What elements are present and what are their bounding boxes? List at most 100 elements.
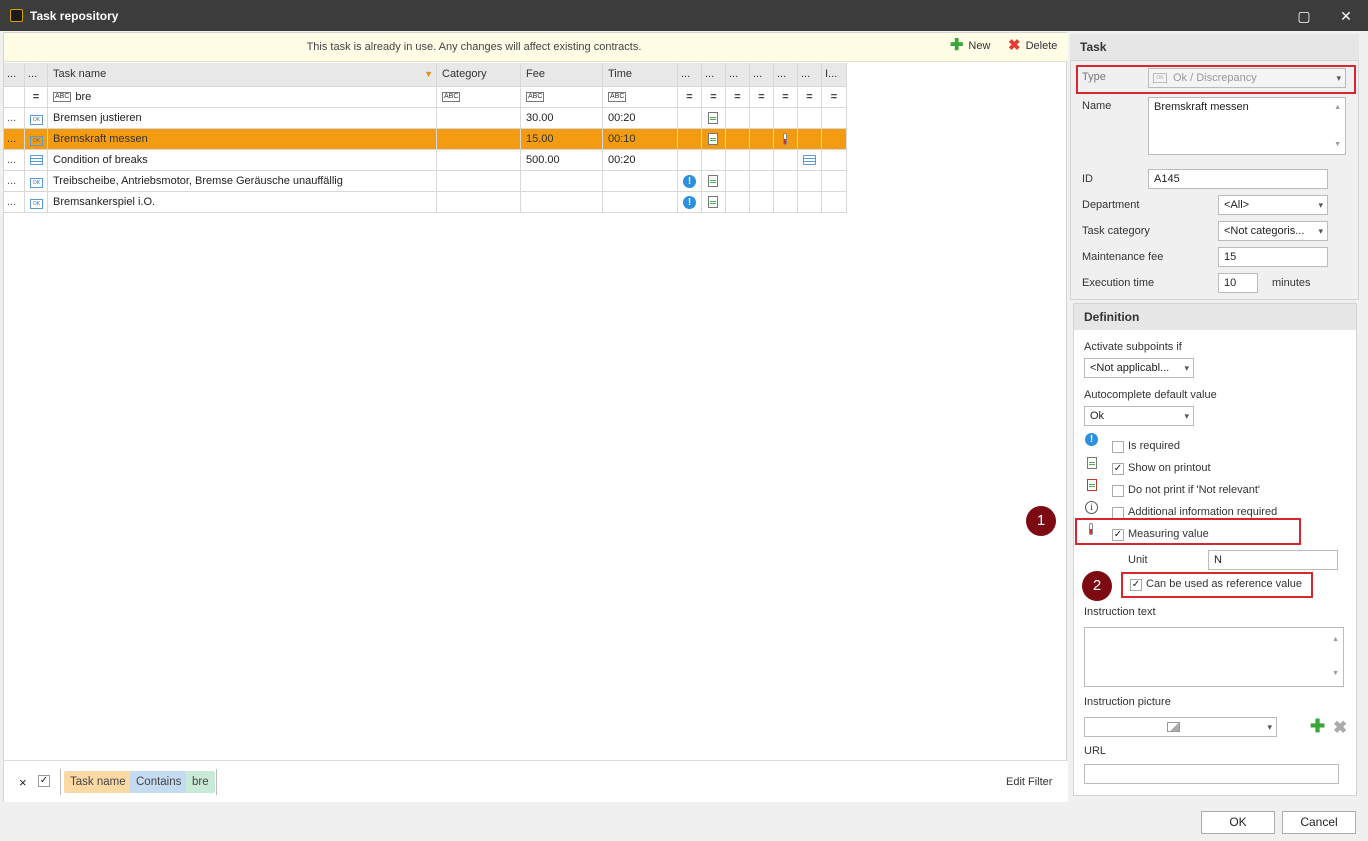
- ok-icon: OK: [30, 136, 43, 146]
- row-measure-cell: [774, 171, 798, 192]
- banner-message: This task is already in use. Any changes…: [306, 41, 642, 53]
- subpoints-label: Activate subpoints if: [1084, 341, 1182, 353]
- text-filter-icon: ABC: [608, 92, 627, 103]
- ok-button[interactable]: OK: [1201, 811, 1275, 834]
- filter-chip-value[interactable]: bre: [186, 771, 215, 793]
- maximize-icon[interactable]: ▢: [1294, 6, 1314, 26]
- column-header-list[interactable]: ...: [798, 63, 822, 87]
- column-header-col3[interactable]: ...: [726, 63, 750, 87]
- column-header-printout[interactable]: ...: [702, 63, 726, 87]
- autocomplete-label: Autocomplete default value: [1084, 389, 1217, 401]
- table-row[interactable]: ... Condition of breaks 500.00 00:20: [4, 150, 847, 171]
- info-icon: i: [1085, 501, 1098, 514]
- table-row[interactable]: ... OK Bremsankerspiel i.O. !: [4, 192, 847, 213]
- delete-button-label: Delete: [1025, 40, 1058, 52]
- filter-chip-operator[interactable]: Contains: [130, 771, 188, 793]
- row-info-cell: [822, 108, 847, 129]
- autocomplete-select[interactable]: Ok: [1084, 406, 1194, 426]
- row-category: [437, 129, 521, 150]
- table-row-selected[interactable]: ... OK Bremskraft messen 15.00 00:10: [4, 129, 847, 150]
- instruction-picture-select[interactable]: [1084, 717, 1277, 737]
- filter-equals-icon[interactable]: =: [702, 87, 726, 108]
- remove-picture-icon[interactable]: ✖: [1333, 718, 1347, 738]
- row-time: [603, 171, 678, 192]
- unit-input[interactable]: N: [1208, 550, 1338, 570]
- filter-fee-input[interactable]: ABC: [521, 87, 603, 108]
- task-group: Task Type OK Ok / Discrepancy Name Brems…: [1070, 34, 1359, 300]
- row-info-cell: [822, 129, 847, 150]
- filter-equals-icon[interactable]: =: [726, 87, 750, 108]
- id-input[interactable]: A145: [1148, 169, 1328, 189]
- printout-icon: [708, 112, 718, 124]
- no-print-checkbox[interactable]: [1112, 485, 1124, 497]
- filter-equals-icon[interactable]: =: [798, 87, 822, 108]
- column-header-fee[interactable]: Fee: [521, 63, 603, 87]
- column-header-info[interactable]: I...: [822, 63, 847, 87]
- text-filter-icon: ABC: [442, 92, 461, 103]
- filter-equals-icon[interactable]: =: [25, 87, 48, 108]
- is-required-checkbox[interactable]: [1112, 441, 1124, 453]
- subpoints-select[interactable]: <Not applicabl...: [1084, 358, 1194, 378]
- filter-task-name-value: bre: [75, 91, 92, 103]
- column-header-col4[interactable]: ...: [750, 63, 774, 87]
- scroll-up-icon[interactable]: ▲: [1334, 101, 1341, 114]
- row-measure-cell: [774, 192, 798, 213]
- execution-time-input[interactable]: 10: [1218, 273, 1258, 293]
- row-fee: 15.00: [521, 129, 603, 150]
- filter-category-input[interactable]: ABC: [437, 87, 521, 108]
- filter-time-input[interactable]: ABC: [603, 87, 678, 108]
- task-grid: ... ... Task name ▼ Category Fee Time ..…: [4, 63, 847, 213]
- row-measure-cell: [774, 150, 798, 171]
- delete-button[interactable]: ✖ Delete: [1008, 38, 1058, 53]
- row-printout-cell: [702, 108, 726, 129]
- callout-two-badge: 2: [1082, 571, 1112, 601]
- edit-filter-link[interactable]: Edit Filter: [1006, 776, 1052, 788]
- column-header-task-name[interactable]: Task name ▼: [48, 63, 437, 87]
- printout-icon: [1087, 457, 1097, 469]
- table-row[interactable]: ... OK Bremsen justieren 30.00 00:20: [4, 108, 847, 129]
- close-icon[interactable]: ✕: [1336, 6, 1356, 26]
- row-info-cell: [822, 192, 847, 213]
- row-task-name: Bremskraft messen: [48, 129, 437, 150]
- column-header-required[interactable]: ...: [678, 63, 702, 87]
- row-task-name: Condition of breaks: [48, 150, 437, 171]
- filter-equals-icon[interactable]: =: [678, 87, 702, 108]
- column-header-task-name-label: Task name: [53, 68, 107, 80]
- name-textarea[interactable]: Bremskraft messen ▲ ▼: [1148, 97, 1346, 155]
- table-row[interactable]: ... OK Treibscheibe, Antriebsmotor, Brem…: [4, 171, 847, 192]
- ok-icon: OK: [30, 178, 43, 188]
- enable-filter-checkbox[interactable]: ✓: [38, 775, 50, 787]
- row-cell: [750, 150, 774, 171]
- column-header-dots[interactable]: ...: [4, 63, 25, 87]
- row-required-cell: !: [678, 192, 702, 213]
- column-header-time[interactable]: Time: [603, 63, 678, 87]
- url-input[interactable]: [1084, 764, 1339, 784]
- scroll-down-icon[interactable]: ▼: [1332, 665, 1339, 683]
- new-button[interactable]: ✚ New: [950, 38, 990, 54]
- row-list-cell: [798, 129, 822, 150]
- filter-task-name-input[interactable]: ABC bre: [48, 87, 437, 108]
- filter-equals-icon[interactable]: =: [822, 87, 847, 108]
- row-list-cell: [798, 150, 822, 171]
- filter-funnel-icon[interactable]: ▼: [424, 63, 433, 86]
- add-picture-icon[interactable]: ✚: [1310, 717, 1325, 735]
- column-header-category[interactable]: Category: [437, 63, 521, 87]
- clear-filter-icon[interactable]: ×: [19, 775, 27, 790]
- scroll-up-icon[interactable]: ▲: [1332, 631, 1339, 649]
- instruction-text-area[interactable]: ▲ ▼: [1084, 627, 1344, 687]
- cancel-button[interactable]: Cancel: [1282, 811, 1356, 834]
- task-category-label: Task category: [1082, 225, 1150, 237]
- exclamation-icon: !: [683, 196, 696, 209]
- department-select[interactable]: <All>: [1218, 195, 1328, 215]
- maintenance-fee-input[interactable]: 15: [1218, 247, 1328, 267]
- filter-equals-icon[interactable]: =: [774, 87, 798, 108]
- filter-chip-field[interactable]: Task name: [64, 771, 132, 793]
- filter-equals-icon[interactable]: =: [750, 87, 774, 108]
- row-required-cell: !: [678, 171, 702, 192]
- scroll-down-icon[interactable]: ▼: [1334, 138, 1341, 151]
- column-header-icon[interactable]: ...: [25, 63, 48, 87]
- column-header-measure[interactable]: ...: [774, 63, 798, 87]
- task-category-select[interactable]: <Not categoris...: [1218, 221, 1328, 241]
- row-type-cell: OK: [25, 192, 48, 213]
- show-printout-checkbox[interactable]: ✓: [1112, 463, 1124, 475]
